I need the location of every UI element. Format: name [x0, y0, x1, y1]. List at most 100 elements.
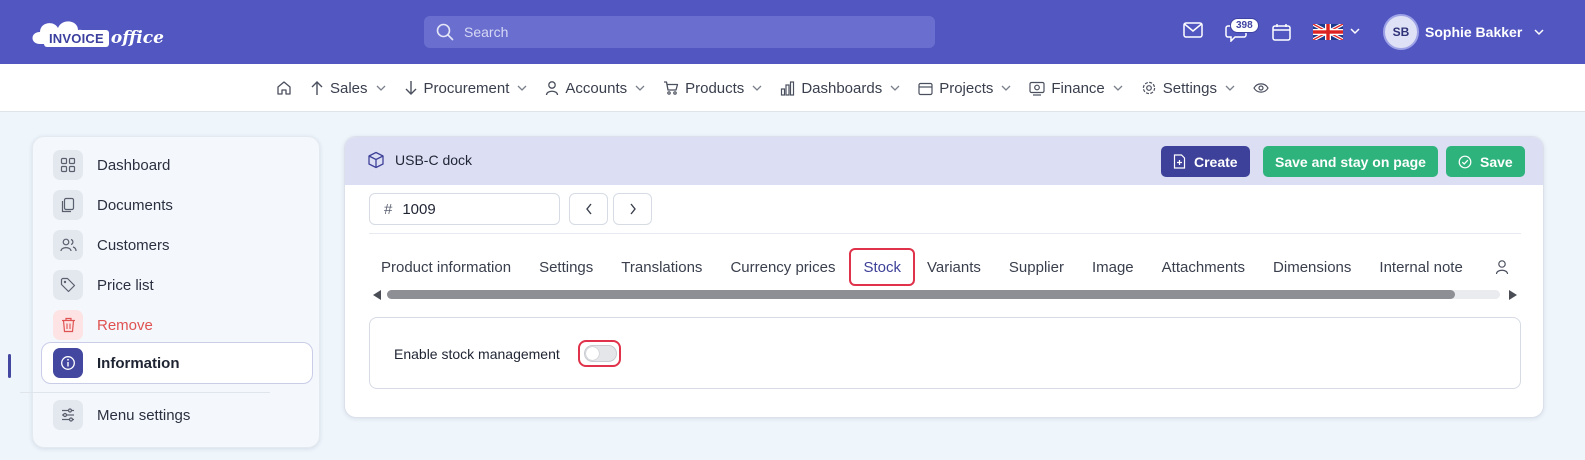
- tag-icon: [53, 270, 83, 300]
- nav-label: Projects: [939, 79, 994, 97]
- scroll-left-arrow-icon[interactable]: [373, 290, 382, 300]
- tab-internal-note[interactable]: Internal note: [1367, 248, 1474, 286]
- next-button[interactable]: [613, 193, 652, 225]
- documents-icon: [53, 190, 83, 220]
- toggle-highlight: [578, 340, 621, 367]
- create-button[interactable]: Create: [1161, 146, 1250, 177]
- cart-icon: [664, 81, 679, 95]
- arrow-down-icon: [405, 81, 417, 95]
- nav-accounts[interactable]: Accounts: [545, 80, 645, 97]
- tabs-scrollbar[interactable]: [387, 290, 1500, 299]
- stock-management-toggle[interactable]: [584, 345, 617, 362]
- save-label: Save: [1480, 153, 1513, 170]
- sidebar-item-label: Customers: [97, 236, 170, 254]
- product-title: USB-C dock: [395, 152, 473, 168]
- nav-finance[interactable]: Finance: [1029, 79, 1123, 97]
- nav-procurement[interactable]: Procurement: [404, 80, 528, 97]
- nav-label: Settings: [1162, 79, 1217, 97]
- eye-icon[interactable]: [1253, 82, 1269, 94]
- user-menu[interactable]: SB Sophie Bakker: [1383, 14, 1544, 50]
- sidebar-item-menu-settings[interactable]: Menu settings: [33, 395, 321, 435]
- chevron-down-icon: [890, 85, 900, 91]
- tab-user-icon[interactable]: [1495, 259, 1509, 275]
- mail-icon[interactable]: [1183, 22, 1203, 38]
- search-input[interactable]: [464, 24, 904, 40]
- calendar-icon: [918, 82, 933, 95]
- search-bar[interactable]: [424, 16, 935, 48]
- product-id-field[interactable]: #: [369, 193, 560, 225]
- sidebar-item-label: Menu settings: [97, 406, 191, 424]
- chevron-down-icon: [752, 85, 762, 91]
- tab-supplier[interactable]: Supplier: [997, 248, 1076, 286]
- nav-label: Procurement: [423, 79, 510, 97]
- create-label: Create: [1194, 153, 1238, 170]
- nav-label: Sales: [330, 79, 368, 97]
- save-button[interactable]: Save: [1446, 146, 1525, 177]
- sliders-icon: [53, 400, 83, 430]
- notification-badge[interactable]: 398: [1230, 18, 1259, 33]
- chevron-down-icon: [1001, 85, 1011, 91]
- chevron-down-icon: [376, 85, 385, 91]
- tab-translations[interactable]: Translations: [609, 248, 714, 286]
- arrow-up-icon: [311, 81, 323, 95]
- tab-attachments[interactable]: Attachments: [1150, 248, 1257, 286]
- chevron-down-icon: [1225, 85, 1235, 91]
- app-logo[interactable]: INVOICE office: [30, 14, 180, 54]
- calendar-icon[interactable]: [1272, 23, 1291, 41]
- sidebar-item-information[interactable]: Information: [41, 342, 313, 384]
- sidebar-item-documents[interactable]: Documents: [33, 185, 321, 225]
- scroll-right-arrow-icon[interactable]: [1508, 290, 1517, 300]
- info-icon: [53, 348, 83, 378]
- previous-button[interactable]: [569, 193, 608, 225]
- active-indicator: [8, 354, 11, 378]
- tab-variants[interactable]: Variants: [915, 248, 993, 286]
- nav-dashboards[interactable]: Dashboards: [780, 80, 900, 97]
- scrollbar-thumb[interactable]: [387, 290, 1455, 299]
- chevron-down-icon: [1113, 85, 1123, 91]
- bar-chart-icon: [781, 80, 795, 96]
- nav-label: Dashboards: [801, 79, 883, 97]
- divider: [369, 233, 1521, 234]
- sidebar-item-label: Remove: [97, 316, 153, 334]
- top-bar: INVOICE office 398 SB: [0, 0, 1585, 64]
- sidebar-item-customers[interactable]: Customers: [33, 225, 321, 265]
- nav-label: Products: [685, 79, 745, 97]
- chevron-down-icon[interactable]: [1350, 28, 1360, 35]
- tab-currency-prices[interactable]: Currency prices: [718, 248, 847, 286]
- sidebar-item-dashboard[interactable]: Dashboard: [33, 145, 321, 185]
- check-circle-icon: [1458, 155, 1472, 168]
- tab-stock[interactable]: Stock: [849, 248, 915, 286]
- panel-header: USB-C dock Create Save and stay on page …: [345, 137, 1543, 185]
- save-and-stay-button[interactable]: Save and stay on page: [1263, 146, 1438, 177]
- nav-products[interactable]: Products: [663, 80, 762, 97]
- sidebar-item-label: Documents: [97, 196, 173, 214]
- box-icon: [368, 151, 384, 169]
- chevron-down-icon: [517, 85, 527, 91]
- tab-settings[interactable]: Settings: [527, 248, 605, 286]
- nav-sales[interactable]: Sales: [310, 80, 386, 97]
- tab-bar: Product information Settings Translation…: [369, 247, 1479, 287]
- tab-image[interactable]: Image: [1080, 248, 1146, 286]
- sidebar-item-price-list[interactable]: Price list: [33, 265, 321, 305]
- uk-flag-icon[interactable]: [1313, 24, 1343, 40]
- home-icon[interactable]: [276, 80, 292, 96]
- document-plus-icon: [1173, 154, 1186, 169]
- sidebar: Dashboard Documents Customers Price list…: [32, 136, 320, 448]
- nav-settings[interactable]: Settings: [1141, 80, 1235, 97]
- logo-text: INVOICE office: [44, 28, 164, 48]
- chevron-down-icon: [635, 85, 645, 91]
- nav-label: Finance: [1051, 79, 1105, 97]
- sidebar-item-label: Price list: [97, 276, 154, 294]
- logo-word: INVOICE: [44, 29, 109, 47]
- tab-product-information[interactable]: Product information: [369, 248, 523, 286]
- product-id-input[interactable]: [402, 200, 543, 218]
- sidebar-item-remove[interactable]: Remove: [33, 305, 321, 345]
- tab-dimensions[interactable]: Dimensions: [1261, 248, 1363, 286]
- search-icon: [436, 23, 454, 41]
- nav-projects[interactable]: Projects: [918, 80, 1011, 97]
- gear-icon: [1142, 81, 1155, 95]
- grid-icon: [53, 150, 83, 180]
- chevron-right-icon: [629, 203, 636, 215]
- chevron-down-icon: [1534, 28, 1544, 35]
- stock-settings-card: Enable stock management: [369, 317, 1521, 389]
